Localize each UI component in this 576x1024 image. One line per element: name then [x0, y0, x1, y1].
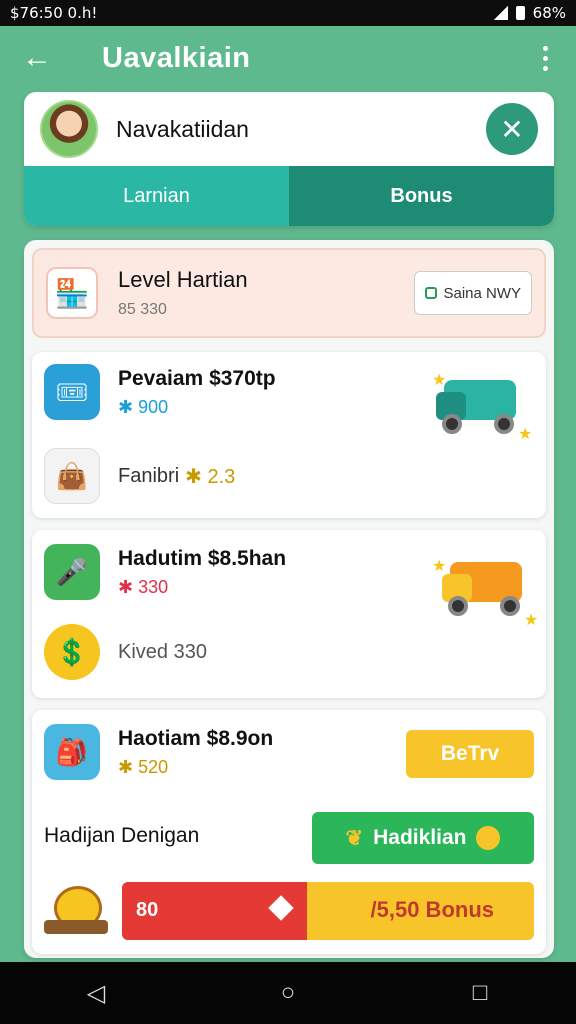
close-button[interactable]: ✕: [486, 103, 538, 155]
level-subtitle: 85 330: [118, 301, 167, 318]
avatar: [40, 100, 98, 158]
battery-icon: [515, 6, 525, 20]
tab-bar: Larnian Bonus: [24, 166, 554, 226]
backpack-icon: 🎒: [44, 724, 100, 780]
chip-check-icon: [425, 287, 438, 299]
reward-secondary-label: Fanibri: [118, 464, 180, 487]
sparkle-icon: ★: [432, 558, 447, 575]
page-title: Uavalkiain: [102, 41, 251, 74]
rewards-panel: 🏪 Level Hartian 85 330 Saina NWY 🎟 Pevai…: [24, 240, 554, 958]
sprout-icon: ❦: [345, 826, 364, 850]
reward-secondary-value: ✱ 2.3: [185, 465, 236, 488]
treasure-coin-icon: [44, 880, 110, 940]
app-bar: ← Uavalkiain: [0, 26, 576, 90]
ticket-icon: 🎟: [44, 364, 100, 420]
more-options-icon[interactable]: [537, 42, 554, 75]
tab-larnian[interactable]: Larnian: [24, 166, 289, 226]
reward-value: ✱ 520: [118, 756, 169, 777]
reward-card-1[interactable]: 🎟 Pevaiam $370tp ✱ 900 👜 Fanibri ✱ 2.3 ★…: [32, 352, 546, 518]
profile-name: Navakatiidan: [116, 115, 249, 142]
close-icon: ✕: [500, 113, 524, 145]
level-card: 🏪 Level Hartian 85 330 Saina NWY: [32, 248, 546, 338]
reward-title: Haotiam $8.9on: [118, 726, 274, 750]
hadiklian-label: Hadiklian: [373, 826, 467, 849]
delivery-truck-icon: [436, 362, 528, 438]
sparkle-icon: ★: [524, 612, 539, 629]
back-arrow-icon[interactable]: ←: [22, 43, 66, 73]
nav-back-icon[interactable]: ◁: [76, 979, 116, 1008]
sparkle-icon: ★: [518, 426, 533, 443]
profile-row: Navakatiidan ✕: [24, 92, 554, 166]
reward-secondary-label: Kived 330: [118, 640, 207, 663]
microphone-icon: 🎤: [44, 544, 100, 600]
shop-icon: 🏪: [46, 267, 98, 319]
bonus-section-label: Hadijan Denigan: [44, 824, 200, 847]
progress-right-label: /5,50 Bonus: [370, 897, 494, 922]
level-action-button[interactable]: Saina NWY: [414, 271, 532, 315]
system-nav-bar: ◁ ○ □: [0, 962, 576, 1024]
status-bar: $76:50 0.h! 68%: [0, 0, 576, 26]
delivery-truck-icon: [442, 544, 534, 620]
reward-title: Hadutim $8.5han: [118, 546, 287, 570]
reward-value: ✱ 330: [118, 576, 169, 597]
hadiklian-button[interactable]: ❦ Hadiklian: [312, 812, 534, 864]
signal-icon: [493, 6, 508, 20]
bag-icon: 👜: [44, 448, 100, 504]
betrv-button[interactable]: BeTrv: [406, 730, 534, 778]
reward-title: Pevaiam $370tp: [118, 366, 276, 390]
reward-card-3: 🎒 Haotiam $8.9on ✱ 520 BeTrv Hadijan Den…: [32, 710, 546, 954]
sparkle-icon: ★: [432, 372, 447, 389]
status-icons: 68%: [493, 4, 566, 22]
coin-icon: 💲: [44, 624, 100, 680]
battery-percent: 68%: [532, 4, 566, 22]
bonus-progress-bar: 80 /5,50 Bonus: [122, 882, 534, 940]
nav-recents-icon[interactable]: □: [460, 979, 500, 1007]
reward-card-2[interactable]: 🎤 Hadutim $8.5han ✱ 330 💲 Kived 330 ★ ★: [32, 530, 546, 698]
status-time: $76:50 0.h!: [10, 4, 98, 22]
level-action-label: Saina NWY: [443, 284, 521, 302]
coin-icon: [476, 826, 501, 850]
nav-home-icon[interactable]: ○: [268, 979, 308, 1007]
reward-value: ✱ 900: [118, 396, 169, 417]
profile-card: Navakatiidan ✕ Larnian Bonus: [24, 92, 554, 226]
tab-bonus[interactable]: Bonus: [289, 166, 554, 226]
progress-left-label: 80: [136, 899, 159, 921]
level-title: Level Hartian: [118, 267, 248, 292]
